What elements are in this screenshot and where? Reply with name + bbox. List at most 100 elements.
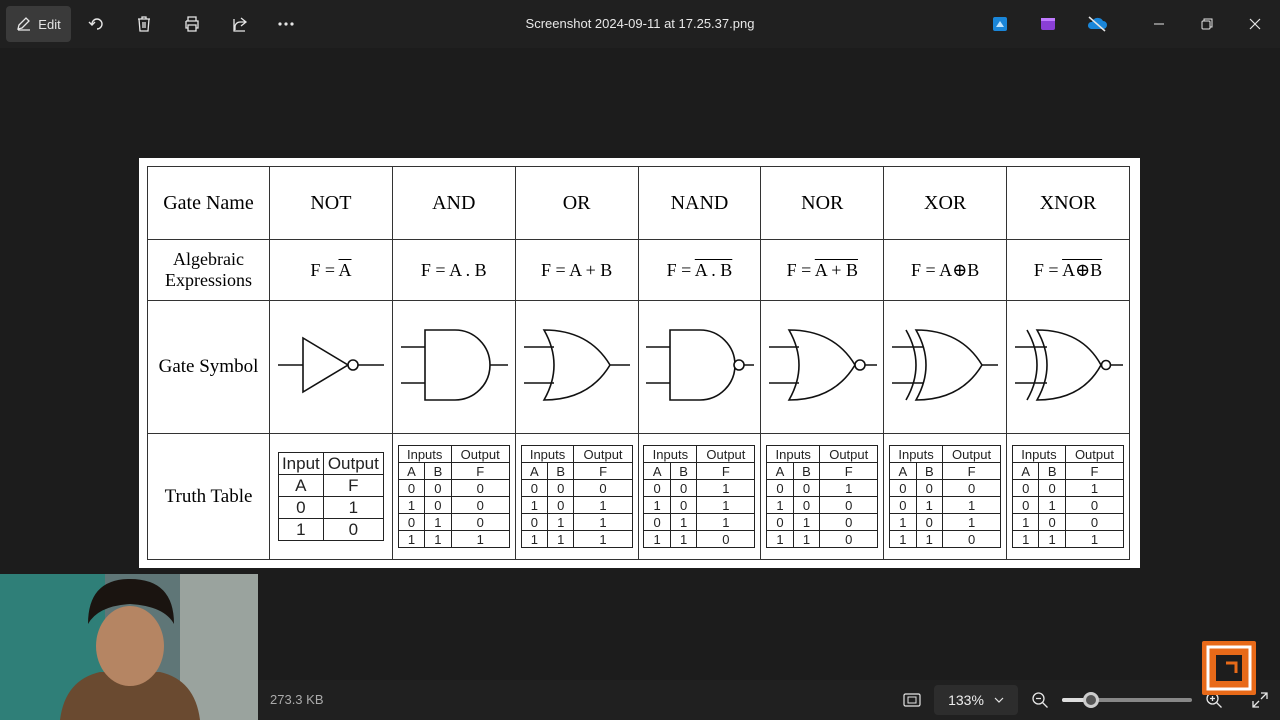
close-button[interactable] — [1232, 6, 1278, 42]
gate-name-xor: XOR — [883, 166, 1008, 240]
zoom-value: 133% — [948, 692, 984, 708]
tt-cell: 0 — [819, 530, 879, 548]
logic-gates-table: Gate Name NOT AND OR NAND NOR XOR XNOR A… — [147, 166, 1130, 560]
tt-header: Output — [1064, 445, 1125, 463]
tt-cell: 1 — [424, 530, 452, 548]
zoom-slider[interactable] — [1062, 692, 1192, 708]
tt-cell: 0 — [915, 513, 944, 531]
expr-not: F = A — [269, 239, 393, 301]
tt-cell: 1 — [397, 496, 426, 514]
tt-cell: 1 — [277, 518, 324, 541]
tt-cell: 1 — [1012, 530, 1040, 548]
gate-name-nor: NOR — [760, 166, 885, 240]
tt-cell: 0 — [424, 496, 452, 514]
minimize-icon — [1154, 23, 1164, 25]
tt-header: Inputs — [889, 445, 943, 463]
table-row: 001 — [1012, 479, 1125, 497]
tt-sub: F — [322, 474, 384, 497]
gate-name-not: NOT — [269, 166, 393, 240]
tt-cell: 1 — [520, 496, 549, 514]
table-row: 000 — [520, 479, 633, 497]
tt-sub: F — [819, 462, 879, 480]
and-gate-icon — [400, 328, 508, 401]
tt-cell: 0 — [669, 479, 698, 497]
chevron-down-icon — [994, 697, 1004, 703]
expr-nand-over: A . B — [694, 259, 733, 280]
gate-name-or: OR — [514, 166, 639, 240]
tt-cell: 1 — [696, 513, 756, 531]
photo-editor-button[interactable] — [982, 6, 1018, 42]
tt-cell: 0 — [1038, 479, 1066, 497]
table-row: 011 — [643, 513, 756, 531]
tt-cell: 0 — [397, 479, 426, 497]
tt-cell: 1 — [643, 496, 671, 514]
expr-and-text: F = A . B — [420, 259, 487, 280]
tt-cell: 1 — [669, 530, 698, 548]
table-row: 011 — [520, 513, 633, 531]
clipchamp-button[interactable] — [1030, 6, 1066, 42]
table-row: 111 — [397, 530, 510, 548]
tt-cell: 0 — [941, 479, 1002, 497]
tt-cell: 1 — [573, 513, 633, 531]
tt-cell: 1 — [941, 496, 1002, 514]
tt-cell: 0 — [1064, 496, 1125, 514]
tt-sub: F — [450, 462, 510, 480]
tt-cell: 1 — [547, 513, 575, 531]
tt-cell: 1 — [1038, 530, 1066, 548]
zoom-out-button[interactable] — [1022, 682, 1058, 718]
webcam-overlay — [0, 574, 258, 720]
tt-sub: B — [669, 462, 698, 480]
tt-cell: 1 — [450, 530, 510, 548]
table-row: 100 — [397, 496, 510, 514]
tt-cell: 0 — [696, 530, 756, 548]
tt-header: Output — [322, 452, 384, 475]
image-canvas[interactable]: Gate Name NOT AND OR NAND NOR XOR XNOR A… — [139, 158, 1140, 568]
tt-cell: 1 — [1064, 530, 1125, 548]
tt-sub: F — [573, 462, 633, 480]
expr-nand-pre: F = — [666, 259, 695, 280]
nand-gate-icon — [646, 328, 755, 401]
tt-cell: 0 — [1012, 496, 1040, 514]
minimize-button[interactable] — [1136, 6, 1182, 42]
table-row: 110 — [766, 530, 879, 548]
tt-cell: 1 — [1012, 513, 1040, 531]
zoom-slider-thumb[interactable] — [1082, 692, 1099, 708]
gate-name-and: AND — [391, 166, 516, 240]
table-row: 010 — [397, 513, 510, 531]
table-row: 010 — [766, 513, 879, 531]
xor-gate-icon — [892, 328, 999, 401]
restore-button[interactable] — [1184, 6, 1230, 42]
tt-header: Output — [819, 445, 879, 463]
tt-sub: F — [941, 462, 1002, 480]
tt-header: Output — [941, 445, 1002, 463]
tt-sub: A — [1012, 462, 1040, 480]
tt-sub: A — [889, 462, 917, 480]
onedrive-button[interactable] — [1079, 6, 1115, 42]
row-label-truth: Truth Table — [147, 433, 270, 560]
table-row: 101 — [643, 496, 756, 514]
expr-nor-over: A + B — [814, 259, 858, 280]
table-row: 111 — [520, 530, 633, 548]
nor-gate-icon — [769, 328, 878, 401]
table-row: 101 — [889, 513, 1002, 531]
expr-or: F = A + B — [514, 239, 639, 301]
tt-sub: F — [696, 462, 756, 480]
tt-cell: 0 — [766, 513, 794, 531]
tt-cell: 1 — [547, 530, 575, 548]
tt-cell: 1 — [792, 530, 821, 548]
presenter-video-icon — [0, 574, 258, 720]
truth-xnor: Inputs Output A B F 0 0 1 0 1 0 1 0 0 1 1 1 — [1006, 433, 1130, 560]
truth-xor: Inputs Output A B F 0 0 0 0 1 1 1 0 1 1 1 0 — [883, 433, 1008, 560]
fit-to-window-button[interactable] — [894, 682, 930, 718]
table-row: 110 — [889, 530, 1002, 548]
tt-cell: 1 — [424, 513, 452, 531]
tt-cell: 0 — [573, 479, 633, 497]
tt-cell: 0 — [424, 479, 452, 497]
symbol-or — [514, 300, 639, 434]
tt-cell: 0 — [450, 479, 510, 497]
table-row: 000 — [889, 479, 1002, 497]
zoom-dropdown[interactable]: 133% — [934, 685, 1018, 715]
tt-cell: 0 — [547, 496, 575, 514]
symbol-not — [269, 300, 393, 434]
channel-logo-icon — [1206, 645, 1252, 691]
